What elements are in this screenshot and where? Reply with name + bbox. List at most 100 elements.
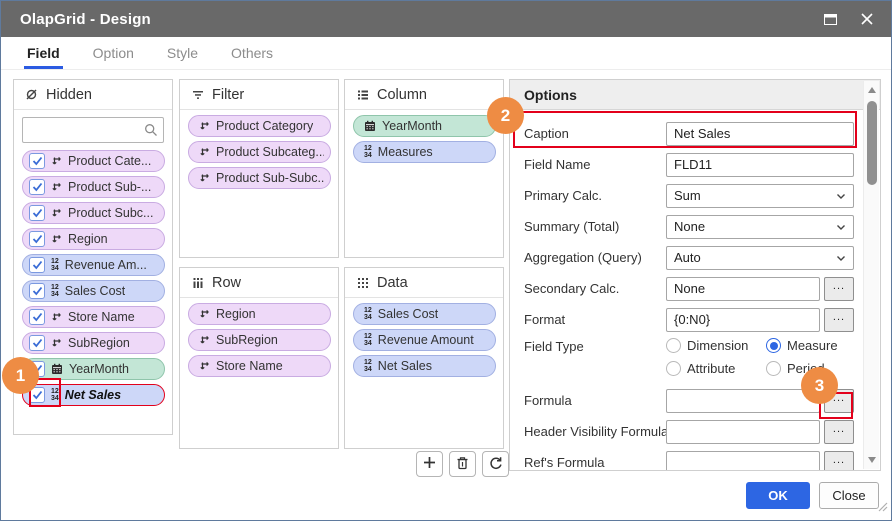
field-pill-product-sub-subc[interactable]: Product Sub-Subc... (188, 167, 331, 189)
titlebar[interactable]: OlapGrid - Design (1, 1, 891, 37)
add-field-button[interactable] (416, 451, 443, 477)
checkbox[interactable] (29, 231, 45, 247)
aggregation-query-select[interactable]: Auto (666, 246, 854, 270)
format-input[interactable] (666, 308, 820, 332)
option-label-aggregation-query: Aggregation (Query) (524, 250, 666, 265)
delete-field-button[interactable] (449, 451, 476, 477)
field-pill-store-name[interactable]: Store Name (22, 306, 165, 328)
option-label-field-type: Field Type (524, 335, 666, 354)
search-icon (144, 123, 158, 142)
field-pill-yearmonth[interactable]: YearMonth (353, 115, 496, 137)
checkbox[interactable] (29, 387, 45, 403)
checkbox[interactable] (29, 283, 45, 299)
formula-input[interactable] (666, 389, 820, 413)
options-scrollbar[interactable] (863, 81, 879, 469)
field-pill-measures[interactable]: 1234Measures (353, 141, 496, 163)
resize-grip[interactable] (876, 499, 888, 517)
field-pill-product-subcateg[interactable]: Product Subcateg... (188, 141, 331, 163)
field-name-input[interactable] (666, 153, 854, 177)
checkbox[interactable] (29, 309, 45, 325)
radio-label: Dimension (687, 338, 748, 353)
tab-field[interactable]: Field (24, 45, 63, 69)
checkbox[interactable] (29, 179, 45, 195)
header-visibility-formula-ellipsis-button[interactable]: ... (824, 420, 854, 444)
option-row-formula: Formula... (524, 385, 862, 416)
option-row-field-type: Field Type Dimension MeasureAttributePerio… (524, 335, 862, 385)
caption-input[interactable] (666, 122, 854, 146)
panel-title: Data (377, 275, 408, 291)
formula-ellipsis-button[interactable]: ... (824, 389, 854, 413)
maximize-icon[interactable] (824, 14, 837, 25)
aggregation-query-value: Auto (674, 250, 701, 265)
field-pill-subregion[interactable]: SubRegion (22, 332, 165, 354)
search-input[interactable] (22, 117, 164, 143)
option-label-refs-formula: Ref's Formula (524, 455, 666, 470)
window-title: OlapGrid - Design (20, 11, 151, 28)
radio-circle-measure (766, 338, 781, 353)
scroll-up-icon[interactable] (868, 87, 876, 93)
radio-measure[interactable]: Measure (766, 338, 854, 353)
radio-dimension[interactable]: Dimension (666, 338, 766, 353)
field-pill-product-category[interactable]: Product Category (188, 115, 331, 137)
pill-label: Revenue Amount (378, 333, 474, 347)
pill-label: Measures (378, 145, 433, 159)
pill-label: Region (68, 232, 108, 246)
field-pill-sales-cost[interactable]: 1234Sales Cost (22, 280, 165, 302)
field-pill-subregion[interactable]: SubRegion (188, 329, 331, 351)
column-panel: Column YearMonth 1234Measures (344, 79, 504, 258)
field-pill-region[interactable]: Region (22, 228, 165, 250)
field-pill-net-sales[interactable]: 1234Net Sales (22, 384, 165, 406)
option-row-field-name: Field Name (524, 149, 862, 180)
checkbox[interactable] (29, 361, 45, 377)
ok-button[interactable]: OK (746, 482, 810, 509)
tab-others[interactable]: Others (228, 45, 276, 69)
hidden-panel-header: Hidden (14, 80, 172, 110)
radio-period[interactable]: Period (766, 361, 854, 376)
scroll-down-icon[interactable] (868, 457, 876, 463)
radio-circle-dimension (666, 338, 681, 353)
dimension-arrows-icon (51, 182, 62, 193)
secondary-calc-input[interactable] (666, 277, 820, 301)
checkbox[interactable] (29, 335, 45, 351)
field-pill-revenue-am[interactable]: 1234Revenue Am... (22, 254, 165, 276)
header-visibility-formula-input[interactable] (666, 420, 820, 444)
secondary-calc-ellipsis-button[interactable]: ... (824, 277, 854, 301)
field-pill-yearmonth[interactable]: YearMonth (22, 358, 165, 380)
measure-12-34-icon: 1234 (364, 333, 372, 347)
refresh-icon-button[interactable] (482, 451, 509, 477)
tab-style[interactable]: Style (164, 45, 201, 69)
close-button[interactable]: Close (819, 482, 879, 509)
field-pill-store-name[interactable]: Store Name (188, 355, 331, 377)
pill-label: SubRegion (216, 333, 278, 347)
field-pill-region[interactable]: Region (188, 303, 331, 325)
options-panel: Options CaptionField NamePrimary Calc.Su… (509, 79, 881, 471)
field-pill-product-sub[interactable]: Product Sub-... (22, 176, 165, 198)
primary-calc-select[interactable]: Sum (666, 184, 854, 208)
option-row-header-visibility-formula: Header Visibility Formula... (524, 416, 862, 447)
option-label-secondary-calc: Secondary Calc. (524, 281, 666, 296)
pill-label: YearMonth (382, 119, 442, 133)
checkbox[interactable] (29, 205, 45, 221)
field-pill-revenue-amount[interactable]: 1234 Revenue Amount (353, 329, 496, 351)
option-label-caption: Caption (524, 126, 666, 141)
field-pill-product-cate[interactable]: Product Cate... (22, 150, 165, 172)
checkbox[interactable] (29, 153, 45, 169)
tab-option[interactable]: Option (90, 45, 137, 69)
pill-label: Store Name (216, 359, 283, 373)
data-grid-dots-icon (356, 277, 369, 289)
close-icon[interactable] (861, 13, 873, 25)
radio-attribute[interactable]: Attribute (666, 361, 766, 376)
checkbox[interactable] (29, 257, 45, 273)
field-pill-sales-cost[interactable]: 1234Sales Cost (353, 303, 496, 325)
option-row-format: Format... (524, 304, 862, 335)
field-pill-product-subc[interactable]: Product Subc... (22, 202, 165, 224)
column-panel-header: Column (345, 80, 503, 110)
refs-formula-ellipsis-button[interactable]: ... (824, 451, 854, 471)
summary-total-select[interactable]: None (666, 215, 854, 239)
field-pill-net-sales[interactable]: 1234Net Sales (353, 355, 496, 377)
format-ellipsis-button[interactable]: ... (824, 308, 854, 332)
option-row-secondary-calc: Secondary Calc.... (524, 273, 862, 304)
scrollbar-thumb[interactable] (867, 101, 877, 185)
pill-label: Product Category (216, 119, 313, 133)
refs-formula-input[interactable] (666, 451, 820, 471)
